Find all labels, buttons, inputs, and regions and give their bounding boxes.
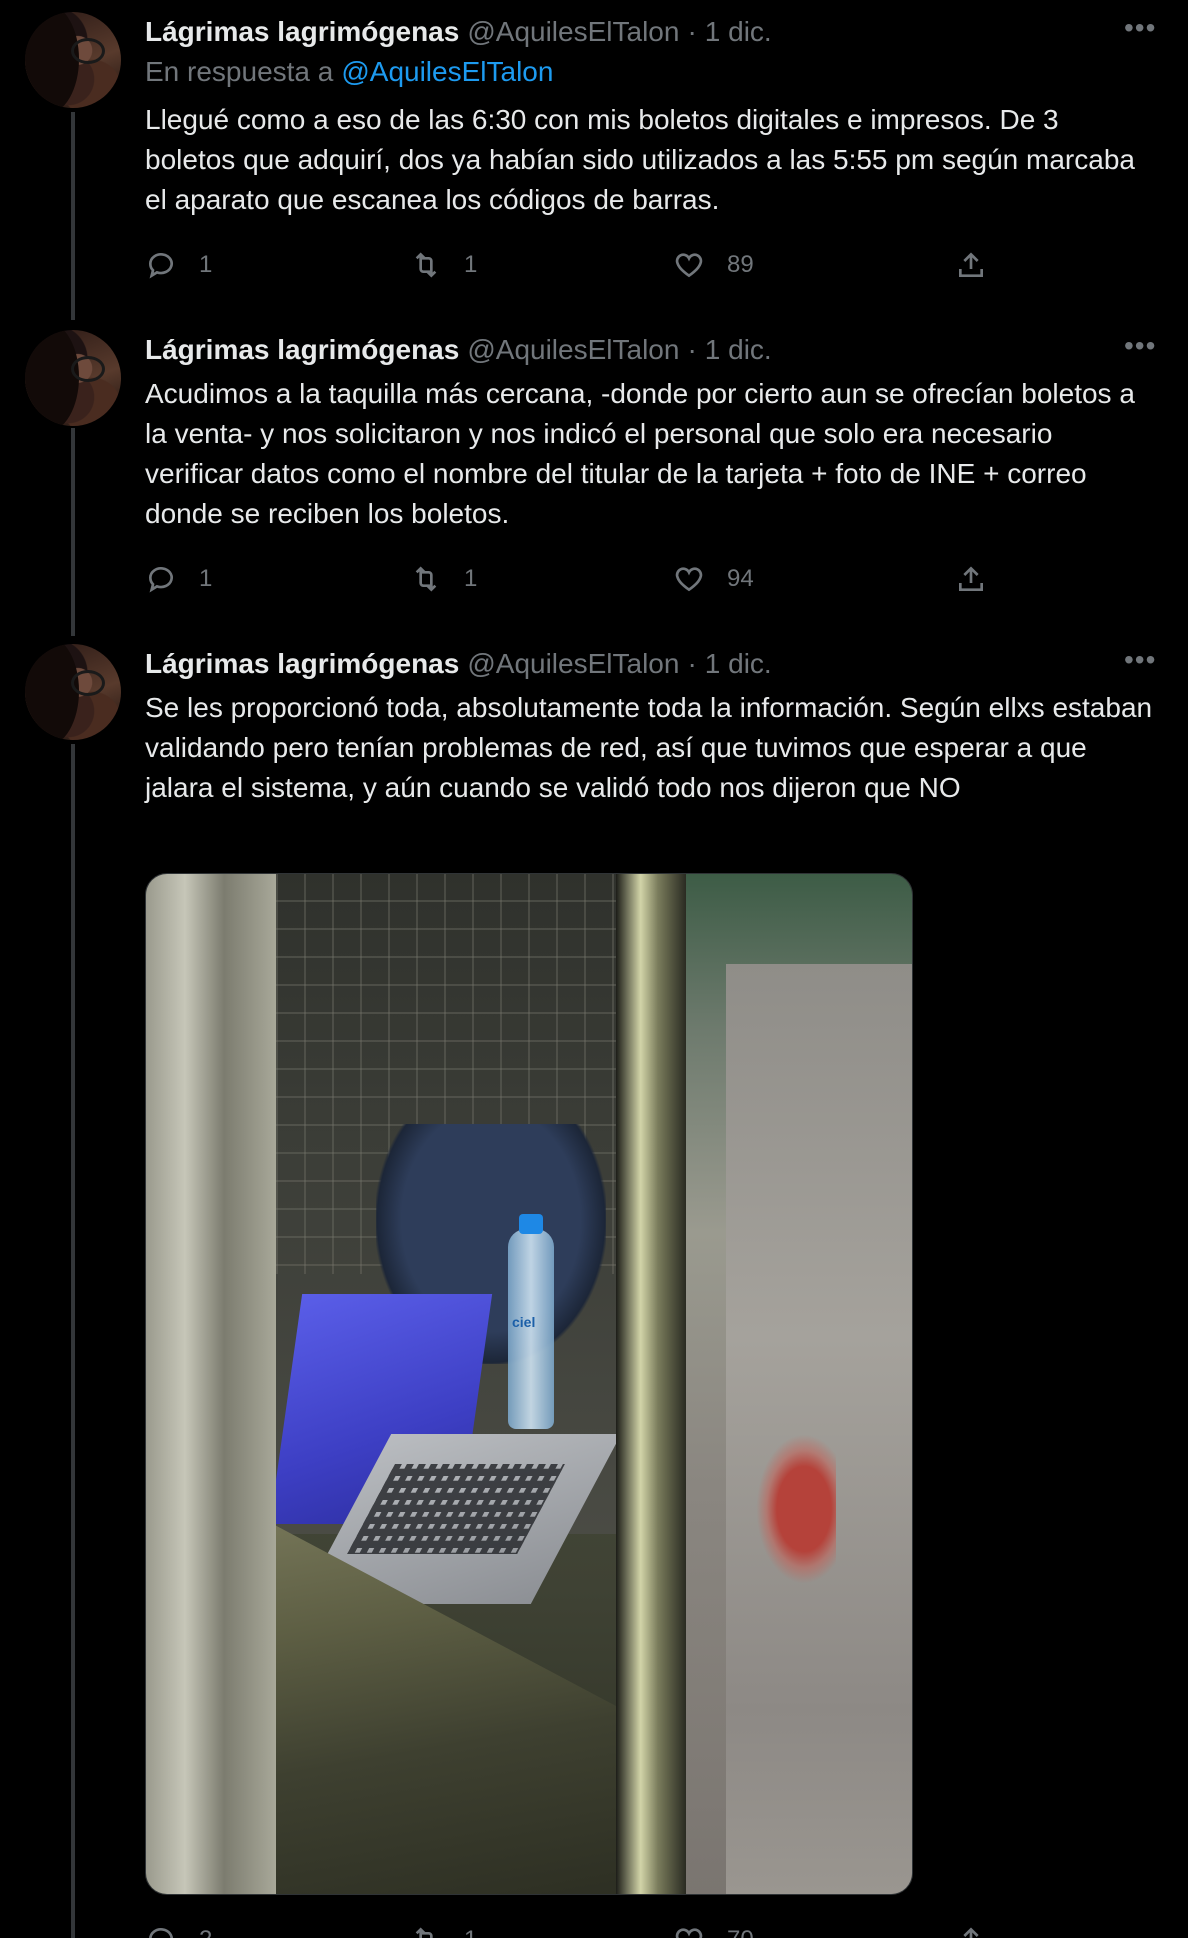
tweet-text: Acudimos a la taquilla más cercana, -don… [145,378,1135,529]
tweet-date[interactable]: 1 dic. [705,334,772,366]
reply-icon [149,567,173,593]
more-icon[interactable]: ••• [1124,14,1155,46]
like-icon [675,567,703,592]
like-count: 94 [727,565,754,592]
author-name[interactable]: Lágrimas lagrimógenas [145,334,459,366]
separator: · [687,334,697,365]
tweet-photo[interactable]: ciel [145,873,913,1895]
retweet-button[interactable]: 1 [410,559,477,599]
reply-icon [149,1928,173,1938]
tweet-date[interactable]: 1 dic. [705,648,772,680]
retweet-count: 1 [464,565,478,592]
like-button[interactable]: 89 [673,245,754,285]
retweet-icon [415,252,437,278]
reply-count: 2 [199,1926,212,1938]
author-handle[interactable]: @AquilesElTalon [467,334,679,366]
avatar[interactable] [25,330,121,426]
reply-context: En respuesta a @AquilesElTalon [145,56,553,88]
retweet-icon [415,566,437,592]
retweet-icon [415,1927,433,1938]
tweet[interactable]: Lágrimas lagrimógenas @AquilesElTalon · … [0,318,1188,632]
separator: · [687,648,697,679]
share-button[interactable] [955,245,987,285]
tweet-header: Lágrimas lagrimógenas @AquilesElTalon · … [145,330,1148,370]
reply-prefix: En respuesta a [145,56,334,87]
tweet-text: Llegué como a eso de las 6:30 con mis bo… [145,104,1135,215]
action-bar: 2 1 70 [145,1920,1005,1938]
reply-count: 1 [199,565,213,592]
reply-mention[interactable]: @AquilesElTalon [341,56,553,87]
reply-button[interactable]: 1 [145,245,212,285]
avatar[interactable] [25,12,121,108]
share-icon [959,252,983,277]
tweet-header: Lágrimas lagrimógenas @AquilesElTalon · … [145,12,1148,52]
avatar[interactable] [25,644,121,740]
tweet[interactable]: Lágrimas lagrimógenas @AquilesElTalon · … [0,0,1188,316]
author-handle[interactable]: @AquilesElTalon [467,16,679,48]
author-name[interactable]: Lágrimas lagrimógenas [145,648,459,680]
like-icon [675,1928,703,1938]
action-bar: 1 1 89 [145,245,1005,285]
like-button[interactable]: 70 [673,1920,754,1938]
tweet-text: Se les proporcionó toda, absolutamente t… [145,692,1153,803]
reply-button[interactable]: 2 [145,1920,212,1938]
retweet-button[interactable]: 1 [410,245,477,285]
separator: · [687,16,697,47]
more-icon[interactable]: ••• [1124,646,1155,678]
retweet-button[interactable]: 1 [410,1920,477,1938]
like-count: 89 [727,251,754,278]
tweet-date[interactable]: 1 dic. [705,16,772,48]
retweet-count: 1 [464,251,478,278]
reply-icon [149,253,173,279]
author-handle[interactable]: @AquilesElTalon [467,648,679,680]
tweet[interactable]: Lágrimas lagrimógenas @AquilesElTalon · … [0,632,1188,1938]
reply-button[interactable]: 1 [145,559,212,599]
reply-count: 1 [199,251,213,278]
like-button[interactable]: 94 [673,559,754,599]
like-count: 70 [727,1926,754,1938]
bottle-label: ciel [512,1314,536,1330]
tweet-header: Lágrimas lagrimógenas @AquilesElTalon · … [145,644,1148,684]
author-name[interactable]: Lágrimas lagrimógenas [145,16,459,48]
more-icon[interactable]: ••• [1124,332,1155,364]
share-icon [963,1927,979,1938]
share-button[interactable] [955,1920,987,1938]
share-button[interactable] [955,559,987,599]
like-icon [675,253,703,278]
retweet-count: 1 [464,1926,477,1938]
share-icon [959,566,983,591]
action-bar: 1 1 94 [145,559,1005,599]
thread: Lágrimas lagrimógenas @AquilesElTalon · … [0,0,1188,1938]
